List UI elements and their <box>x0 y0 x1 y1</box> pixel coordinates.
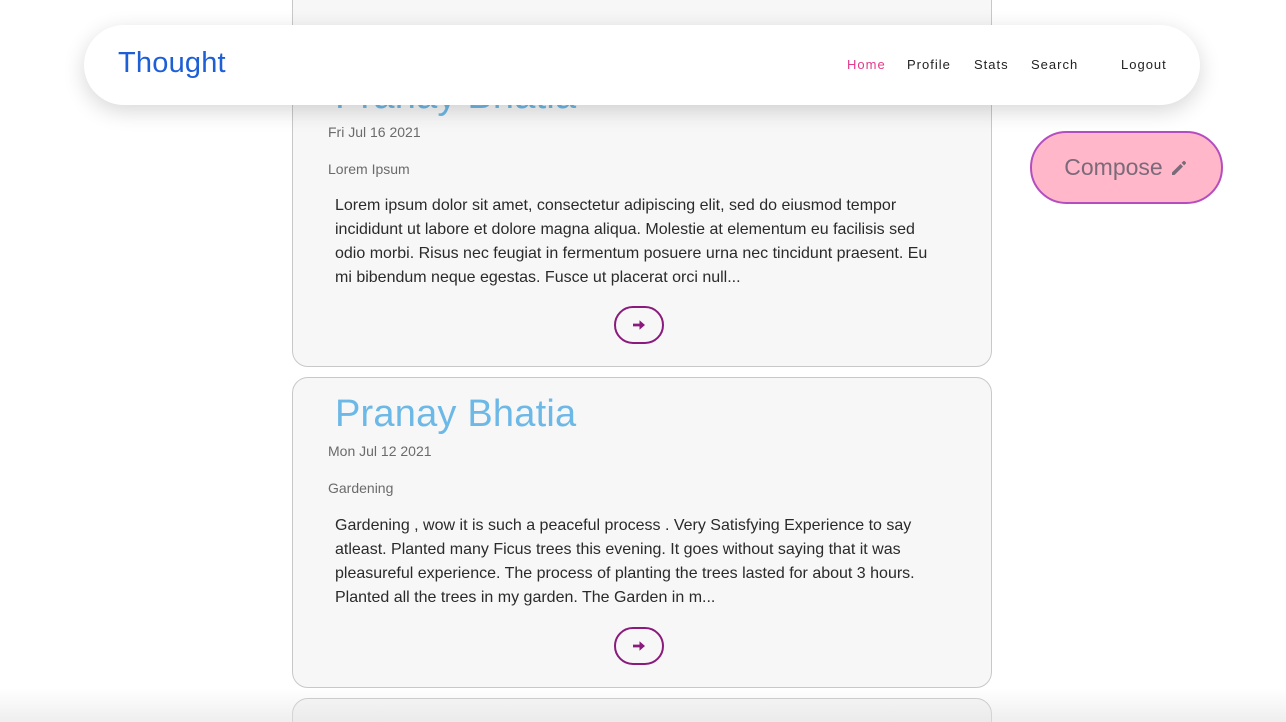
read-more-button[interactable] <box>614 627 664 665</box>
post-card: Pranay Bhatia Mon Jul 12 2021 Gardening … <box>292 377 992 688</box>
post-date: Mon Jul 12 2021 <box>328 443 432 459</box>
pencil-icon <box>1171 160 1186 175</box>
post-body: Lorem ipsum dolor sit amet, consectetur … <box>335 197 928 286</box>
brand-logo[interactable]: Thought <box>118 47 226 80</box>
compose-label: Compose <box>1064 154 1163 180</box>
post-body: Gardening , wow it is such a peaceful pr… <box>335 517 915 606</box>
post-date: Fri Jul 16 2021 <box>328 124 421 140</box>
post-card <box>292 698 992 722</box>
read-more-button[interactable] <box>614 306 664 344</box>
post-title: Lorem Ipsum <box>328 161 410 177</box>
navbar: Thought Home Profile Stats Search Logout <box>84 25 1200 105</box>
post-title: Gardening <box>328 480 394 496</box>
nav-link-profile[interactable]: Profile <box>907 57 951 72</box>
nav-link-home[interactable]: Home <box>847 57 886 72</box>
arrow-right-icon <box>633 320 645 330</box>
post-author[interactable]: Pranay Bhatia <box>335 393 576 436</box>
arrow-right-icon <box>633 641 645 651</box>
nav-link-logout[interactable]: Logout <box>1121 57 1167 72</box>
compose-button[interactable]: Compose <box>1030 131 1223 204</box>
nav-link-stats[interactable]: Stats <box>974 57 1009 72</box>
page: Pranay Bhatia Fri Jul 16 2021 Lorem Ipsu… <box>0 0 1286 722</box>
nav-link-search[interactable]: Search <box>1031 57 1078 72</box>
